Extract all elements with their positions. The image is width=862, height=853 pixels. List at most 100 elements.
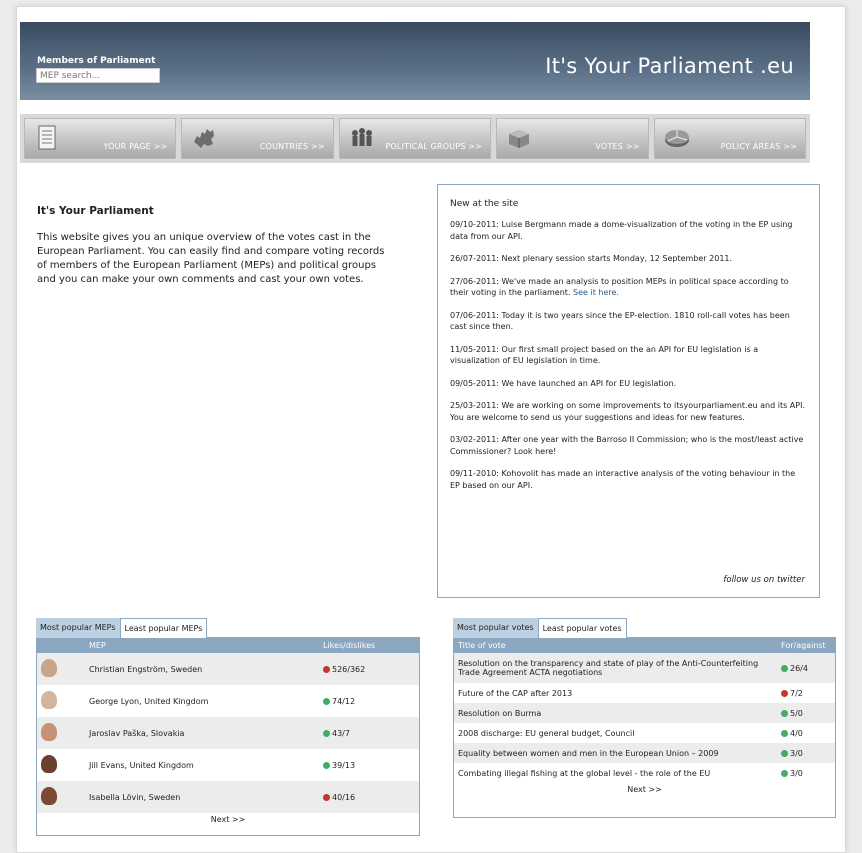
nav-your-page[interactable]: YOUR PAGE >> bbox=[24, 118, 177, 159]
for-against-value: 3/0 bbox=[790, 768, 803, 778]
pie-chart-icon bbox=[664, 130, 689, 147]
vote-tabs: Most popular votes Least popular votes bbox=[453, 618, 627, 638]
rating-dot-icon bbox=[323, 793, 330, 801]
table-row[interactable]: 2008 discharge: EU general budget, Counc… bbox=[454, 723, 835, 743]
table-row[interactable]: Isabella Lövin, Sweden 40/16 bbox=[37, 781, 419, 813]
likes-value: 40/16 bbox=[332, 792, 356, 802]
rating-dot-icon bbox=[781, 689, 788, 697]
mep-name[interactable]: Christian Engström, Sweden bbox=[85, 653, 319, 685]
mep-tabs: Most popular MEPs Least popular MEPs bbox=[36, 618, 208, 638]
vote-title[interactable]: 2008 discharge: EU general budget, Counc… bbox=[454, 723, 777, 743]
for-against-value: 4/0 bbox=[790, 728, 803, 738]
see-it-here-link[interactable]: See it here. bbox=[573, 288, 619, 297]
rating-dot-icon bbox=[781, 769, 788, 777]
europe-map-icon bbox=[194, 129, 215, 148]
likes-value: 526/362 bbox=[332, 664, 366, 674]
news-text: 11/05-2011: Our first small project base… bbox=[450, 344, 759, 366]
news-item: 11/05-2011: Our first small project base… bbox=[450, 344, 807, 367]
nav-label: VOTES >> bbox=[595, 142, 640, 151]
vote-title[interactable]: Resolution on the transparency and state… bbox=[454, 653, 777, 683]
table-row[interactable]: George Lyon, United Kingdom 74/12 bbox=[37, 685, 419, 717]
tab-most-popular-meps[interactable]: Most popular MEPs bbox=[36, 618, 120, 638]
follow-twitter-link[interactable]: follow us on twitter bbox=[723, 575, 805, 585]
mep-table: MEP Likes/dislikes Christian Engström, S… bbox=[37, 638, 419, 813]
news-text: 09/11-2010: Kohovolit has made an intera… bbox=[450, 469, 796, 490]
vote-title[interactable]: Resolution on Burma bbox=[454, 703, 777, 723]
avatar bbox=[41, 691, 57, 709]
site-header: Members of Parliament It's Your Parliame… bbox=[20, 22, 810, 100]
for-against-value: 3/0 bbox=[790, 748, 803, 758]
likes-value: 74/12 bbox=[332, 696, 356, 706]
vote-title[interactable]: Equality between women and men in the Eu… bbox=[454, 743, 777, 763]
rating-dot-icon bbox=[781, 729, 788, 737]
site-title[interactable]: It's Your Parliament .eu bbox=[545, 54, 794, 78]
mep-search-input[interactable] bbox=[36, 68, 160, 83]
news-text: 27/06-2011: We've made an analysis to po… bbox=[450, 276, 789, 298]
news-text: 26/07-2011: Next plenary session starts … bbox=[450, 254, 733, 263]
news-title: New at the site bbox=[450, 199, 519, 209]
nav-label: YOUR PAGE >> bbox=[103, 142, 168, 151]
table-row[interactable]: Future of the CAP after 2013 7/2 bbox=[454, 683, 835, 703]
avatar bbox=[41, 659, 57, 677]
ballot-box-icon bbox=[509, 130, 530, 148]
news-item: 09/11-2010: Kohovolit has made an intera… bbox=[450, 468, 807, 491]
col-likes: Likes/dislikes bbox=[319, 638, 419, 653]
rating-dot-icon bbox=[781, 749, 788, 757]
news-text: 09/10-2011: Luise Bergmann made a dome-v… bbox=[450, 220, 793, 241]
news-box: New at the site 09/10-2011: Luise Bergma… bbox=[437, 184, 820, 598]
table-row[interactable]: Jill Evans, United Kingdom 39/13 bbox=[37, 749, 419, 781]
nav-votes[interactable]: VOTES >> bbox=[496, 118, 649, 159]
nav-label: COUNTRIES >> bbox=[259, 142, 325, 151]
for-against-value: 5/0 bbox=[790, 708, 803, 718]
main-nav: YOUR PAGE >> COUNTRIES >> POLITICAL GROU… bbox=[20, 114, 810, 163]
mep-name[interactable]: Jill Evans, United Kingdom bbox=[85, 749, 319, 781]
table-row[interactable]: Christian Engström, Sweden 526/362 bbox=[37, 653, 419, 685]
likes-value: 39/13 bbox=[332, 760, 356, 770]
news-item: 26/07-2011: Next plenary session starts … bbox=[450, 253, 807, 265]
avatar bbox=[41, 787, 57, 805]
table-row[interactable]: Resolution on Burma 5/0 bbox=[454, 703, 835, 723]
mep-next-button[interactable]: Next >> bbox=[37, 813, 419, 826]
nav-label: POLITICAL GROUPS >> bbox=[385, 142, 483, 151]
news-text: 25/03-2011: We are working on some impro… bbox=[450, 401, 805, 422]
intro-section: It's Your Parliament This website gives … bbox=[37, 205, 397, 287]
rating-dot-icon bbox=[323, 761, 330, 769]
intro-title: It's Your Parliament bbox=[37, 205, 154, 217]
table-row[interactable]: Combating illegal fishing at the global … bbox=[454, 763, 835, 783]
vote-next-button[interactable]: Next >> bbox=[454, 783, 835, 796]
tab-least-popular-meps[interactable]: Least popular MEPs bbox=[119, 618, 208, 638]
news-text: 03/02-2011: After one year with the Barr… bbox=[450, 435, 804, 456]
col-mep: MEP bbox=[85, 638, 319, 653]
for-against-value: 7/2 bbox=[790, 688, 803, 698]
vote-title[interactable]: Future of the CAP after 2013 bbox=[454, 683, 777, 703]
tab-most-popular-votes[interactable]: Most popular votes bbox=[453, 618, 538, 638]
news-text: 07/06-2011: Today it is two years since … bbox=[450, 310, 790, 332]
news-text: 09/05-2011: We have launched an API for … bbox=[450, 378, 677, 388]
avatar bbox=[41, 723, 57, 741]
news-item: 27/06-2011: We've made an analysis to po… bbox=[450, 276, 807, 299]
mep-popularity-panel: Most popular MEPs Least popular MEPs MEP… bbox=[36, 618, 420, 836]
tab-least-popular-votes[interactable]: Least popular votes bbox=[537, 618, 627, 638]
col-title: Title of vote bbox=[454, 638, 777, 653]
vote-title[interactable]: Combating illegal fishing at the global … bbox=[454, 763, 777, 783]
mep-name[interactable]: George Lyon, United Kingdom bbox=[85, 685, 319, 717]
for-against-value: 26/4 bbox=[790, 663, 808, 673]
table-row[interactable]: Equality between women and men in the Eu… bbox=[454, 743, 835, 763]
news-item: 07/06-2011: Today it is two years since … bbox=[450, 310, 807, 333]
mep-label: Members of Parliament bbox=[37, 56, 156, 66]
mep-name[interactable]: Isabella Lövin, Sweden bbox=[85, 781, 319, 813]
document-icon bbox=[38, 125, 56, 150]
nav-policy-areas[interactable]: POLICY AREAS >> bbox=[653, 118, 807, 159]
rating-dot-icon bbox=[781, 664, 788, 672]
rating-dot-icon bbox=[781, 709, 788, 717]
nav-countries[interactable]: COUNTRIES >> bbox=[181, 118, 334, 159]
vote-table: Title of vote For/against Resolution on … bbox=[454, 638, 835, 783]
rating-dot-icon bbox=[323, 665, 330, 673]
news-item: 09/05-2011: We have launched an API for … bbox=[450, 378, 807, 390]
mep-name[interactable]: Jaroslav Paška, Slovakia bbox=[85, 717, 319, 749]
col-avatar bbox=[37, 638, 85, 653]
news-item: 25/03-2011: We are working on some impro… bbox=[450, 400, 807, 423]
nav-political-groups[interactable]: POLITICAL GROUPS >> bbox=[338, 118, 492, 159]
table-row[interactable]: Jaroslav Paška, Slovakia 43/7 bbox=[37, 717, 419, 749]
table-row[interactable]: Resolution on the transparency and state… bbox=[454, 653, 835, 683]
